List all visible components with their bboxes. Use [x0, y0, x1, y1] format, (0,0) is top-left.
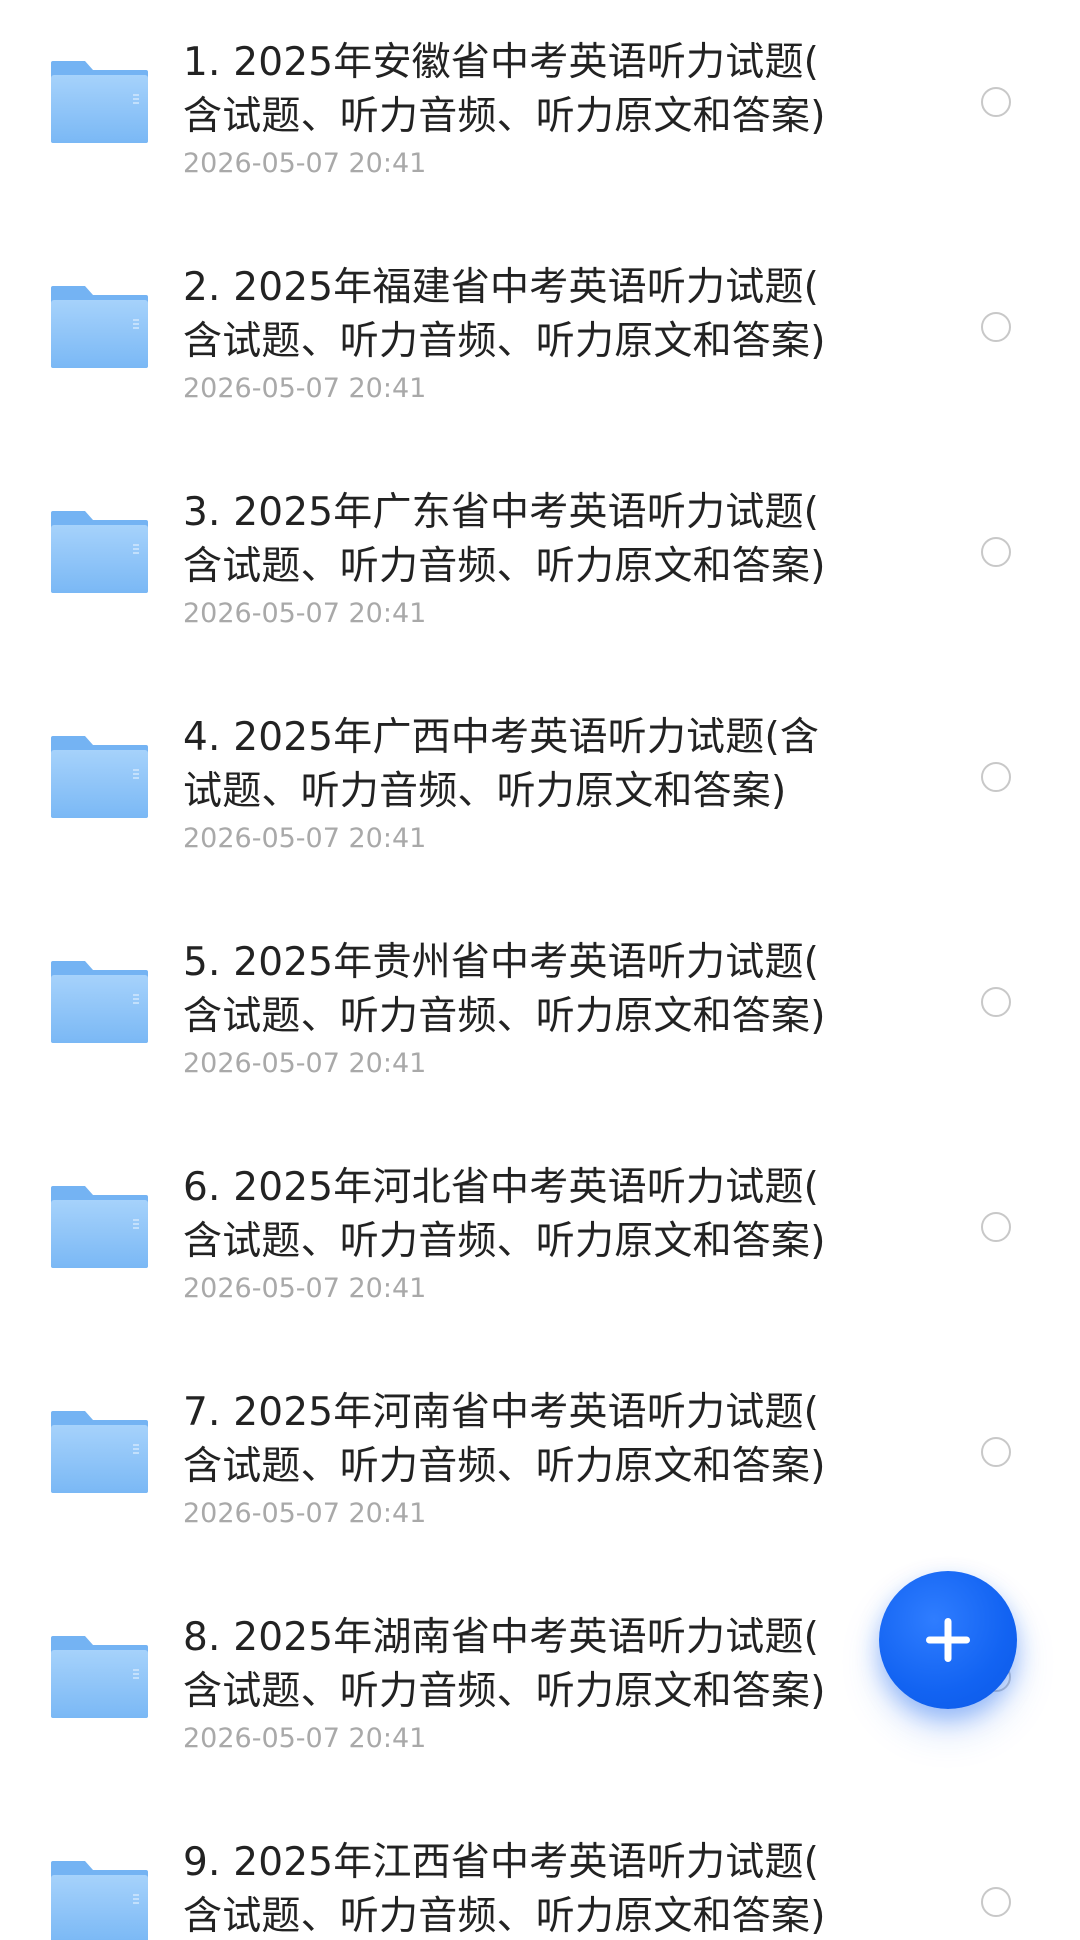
- radio-unchecked-icon[interactable]: [981, 762, 1011, 792]
- folder-icon: [49, 957, 150, 1045]
- file-title-line-2: 含试题、听力音频、听力原文和答案): [183, 1669, 826, 1714]
- file-text: 4. 2025年广西中考英语听力试题(含 试题、听力音频、听力原文和答案) 202…: [183, 711, 903, 857]
- file-date: 2026-05-07 20:41: [183, 1498, 427, 1529]
- folder-icon: [49, 732, 150, 820]
- folder-icon: [49, 507, 150, 595]
- file-title-line-1: 4. 2025年广西中考英语听力试题(含: [183, 715, 820, 760]
- file-date: 2026-05-07 20:41: [183, 823, 427, 854]
- file-title-line-1: 5. 2025年贵州省中考英语听力试题(: [183, 940, 820, 985]
- file-text: 8. 2025年湖南省中考英语听力试题( 含试题、听力音频、听力原文和答案) 20…: [183, 1611, 903, 1757]
- file-date: 2026-05-07 20:41: [183, 148, 427, 179]
- file-title-line-2: 试题、听力音频、听力原文和答案): [183, 769, 787, 814]
- folder-icon: [49, 1182, 150, 1270]
- file-title: 6. 2025年河北省中考英语听力试题( 含试题、听力音频、听力原文和答案): [183, 1161, 903, 1269]
- file-row[interactable]: 1. 2025年安徽省中考英语听力试题( 含试题、听力音频、听力原文和答案) 20…: [0, 0, 1080, 225]
- file-title: 5. 2025年贵州省中考英语听力试题( 含试题、听力音频、听力原文和答案): [183, 936, 903, 1044]
- folder-icon: [49, 1632, 150, 1720]
- file-title: 2. 2025年福建省中考英语听力试题( 含试题、听力音频、听力原文和答案): [183, 261, 903, 369]
- file-title-line-2: 含试题、听力音频、听力原文和答案): [183, 994, 826, 1039]
- file-title-line-1: 8. 2025年湖南省中考英语听力试题(: [183, 1615, 820, 1660]
- radio-unchecked-icon[interactable]: [981, 1887, 1011, 1917]
- file-title-line-2: 含试题、听力音频、听力原文和答案): [183, 94, 826, 139]
- file-title: 4. 2025年广西中考英语听力试题(含 试题、听力音频、听力原文和答案): [183, 711, 903, 819]
- file-row[interactable]: 4. 2025年广西中考英语听力试题(含 试题、听力音频、听力原文和答案) 202…: [0, 675, 1080, 900]
- file-title-line-1: 9. 2025年江西省中考英语听力试题(: [183, 1840, 820, 1885]
- file-list: 1. 2025年安徽省中考英语听力试题( 含试题、听力音频、听力原文和答案) 20…: [0, 0, 1080, 1940]
- file-row[interactable]: 6. 2025年河北省中考英语听力试题( 含试题、听力音频、听力原文和答案) 20…: [0, 1125, 1080, 1350]
- file-title-line-2: 含试题、听力音频、听力原文和答案): [183, 544, 826, 589]
- file-row[interactable]: 5. 2025年贵州省中考英语听力试题( 含试题、听力音频、听力原文和答案) 20…: [0, 900, 1080, 1125]
- file-title-line-1: 6. 2025年河北省中考英语听力试题(: [183, 1165, 820, 1210]
- file-row[interactable]: 2. 2025年福建省中考英语听力试题( 含试题、听力音频、听力原文和答案) 20…: [0, 225, 1080, 450]
- file-title-line-2: 含试题、听力音频、听力原文和答案): [183, 319, 826, 364]
- file-row[interactable]: 9. 2025年江西省中考英语听力试题( 含试题、听力音频、听力原文和答案): [0, 1800, 1080, 1940]
- file-text: 1. 2025年安徽省中考英语听力试题( 含试题、听力音频、听力原文和答案) 20…: [183, 36, 903, 182]
- radio-unchecked-icon[interactable]: [981, 1437, 1011, 1467]
- radio-unchecked-icon[interactable]: [981, 87, 1011, 117]
- file-title-line-2: 含试题、听力音频、听力原文和答案): [183, 1894, 826, 1939]
- file-date: 2026-05-07 20:41: [183, 1273, 427, 1304]
- file-title: 8. 2025年湖南省中考英语听力试题( 含试题、听力音频、听力原文和答案): [183, 1611, 903, 1719]
- folder-icon: [49, 1857, 150, 1940]
- file-text: 2. 2025年福建省中考英语听力试题( 含试题、听力音频、听力原文和答案) 20…: [183, 261, 903, 407]
- folder-icon: [49, 1407, 150, 1495]
- file-title-line-2: 含试题、听力音频、听力原文和答案): [183, 1444, 826, 1489]
- file-title-line-1: 3. 2025年广东省中考英语听力试题(: [183, 490, 820, 535]
- file-title-line-1: 1. 2025年安徽省中考英语听力试题(: [183, 40, 820, 85]
- file-row[interactable]: 7. 2025年河南省中考英语听力试题( 含试题、听力音频、听力原文和答案) 20…: [0, 1350, 1080, 1575]
- file-text: 9. 2025年江西省中考英语听力试题( 含试题、听力音频、听力原文和答案): [183, 1836, 903, 1940]
- radio-unchecked-icon[interactable]: [981, 312, 1011, 342]
- file-title-line-2: 含试题、听力音频、听力原文和答案): [183, 1219, 826, 1264]
- file-title: 3. 2025年广东省中考英语听力试题( 含试题、听力音频、听力原文和答案): [183, 486, 903, 594]
- folder-icon: [49, 282, 150, 370]
- file-date: 2026-05-07 20:41: [183, 1723, 427, 1754]
- file-text: 5. 2025年贵州省中考英语听力试题( 含试题、听力音频、听力原文和答案) 20…: [183, 936, 903, 1082]
- file-text: 6. 2025年河北省中考英语听力试题( 含试题、听力音频、听力原文和答案) 20…: [183, 1161, 903, 1307]
- file-row[interactable]: 3. 2025年广东省中考英语听力试题( 含试题、听力音频、听力原文和答案) 20…: [0, 450, 1080, 675]
- file-text: 7. 2025年河南省中考英语听力试题( 含试题、听力音频、听力原文和答案) 20…: [183, 1386, 903, 1532]
- file-date: 2026-05-07 20:41: [183, 1048, 427, 1079]
- add-button[interactable]: [879, 1571, 1017, 1709]
- radio-unchecked-icon[interactable]: [981, 537, 1011, 567]
- file-title-line-1: 7. 2025年河南省中考英语听力试题(: [183, 1390, 820, 1435]
- plus-icon: [926, 1618, 970, 1662]
- file-text: 3. 2025年广东省中考英语听力试题( 含试题、听力音频、听力原文和答案) 20…: [183, 486, 903, 632]
- radio-unchecked-icon[interactable]: [981, 1212, 1011, 1242]
- folder-icon: [49, 57, 150, 145]
- file-date: 2026-05-07 20:41: [183, 373, 427, 404]
- file-title: 1. 2025年安徽省中考英语听力试题( 含试题、听力音频、听力原文和答案): [183, 36, 903, 144]
- file-title: 7. 2025年河南省中考英语听力试题( 含试题、听力音频、听力原文和答案): [183, 1386, 903, 1494]
- file-date: 2026-05-07 20:41: [183, 598, 427, 629]
- file-title-line-1: 2. 2025年福建省中考英语听力试题(: [183, 265, 820, 310]
- file-title: 9. 2025年江西省中考英语听力试题( 含试题、听力音频、听力原文和答案): [183, 1836, 903, 1940]
- radio-unchecked-icon[interactable]: [981, 987, 1011, 1017]
